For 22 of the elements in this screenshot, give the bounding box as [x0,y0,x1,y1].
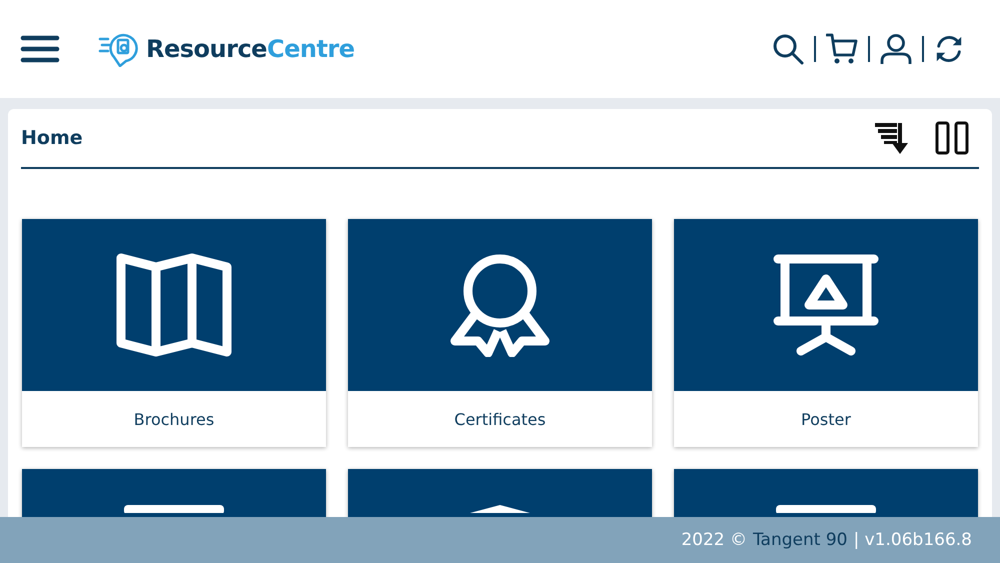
company-link[interactable]: Tangent 90 [752,530,848,550]
presentation-icon [773,253,879,357]
refresh-icon[interactable] [934,34,964,64]
map-icon [116,253,232,357]
category-tile[interactable]: Poster [674,219,978,447]
user-icon[interactable] [880,33,912,65]
page-title: Home [21,127,83,149]
copyright-text: 2022 © [681,530,747,550]
column-layout-icon[interactable] [935,121,969,155]
sort-descending-icon[interactable] [875,121,909,155]
version-text: | v1.06b166.8 [853,530,972,550]
menu-icon[interactable] [20,34,60,64]
cart-icon[interactable] [826,33,858,65]
tile-label: Brochures [132,408,216,430]
logo-text: ResourceCentre [146,35,355,63]
search-icon[interactable] [772,33,804,65]
category-tile[interactable]: Brochures [22,219,326,447]
category-tile[interactable]: Certificates [348,219,652,447]
award-icon [450,253,550,357]
tile-label: Certificates [453,408,547,430]
tile-label: Poster [800,408,852,430]
peak-icon [470,505,530,513]
